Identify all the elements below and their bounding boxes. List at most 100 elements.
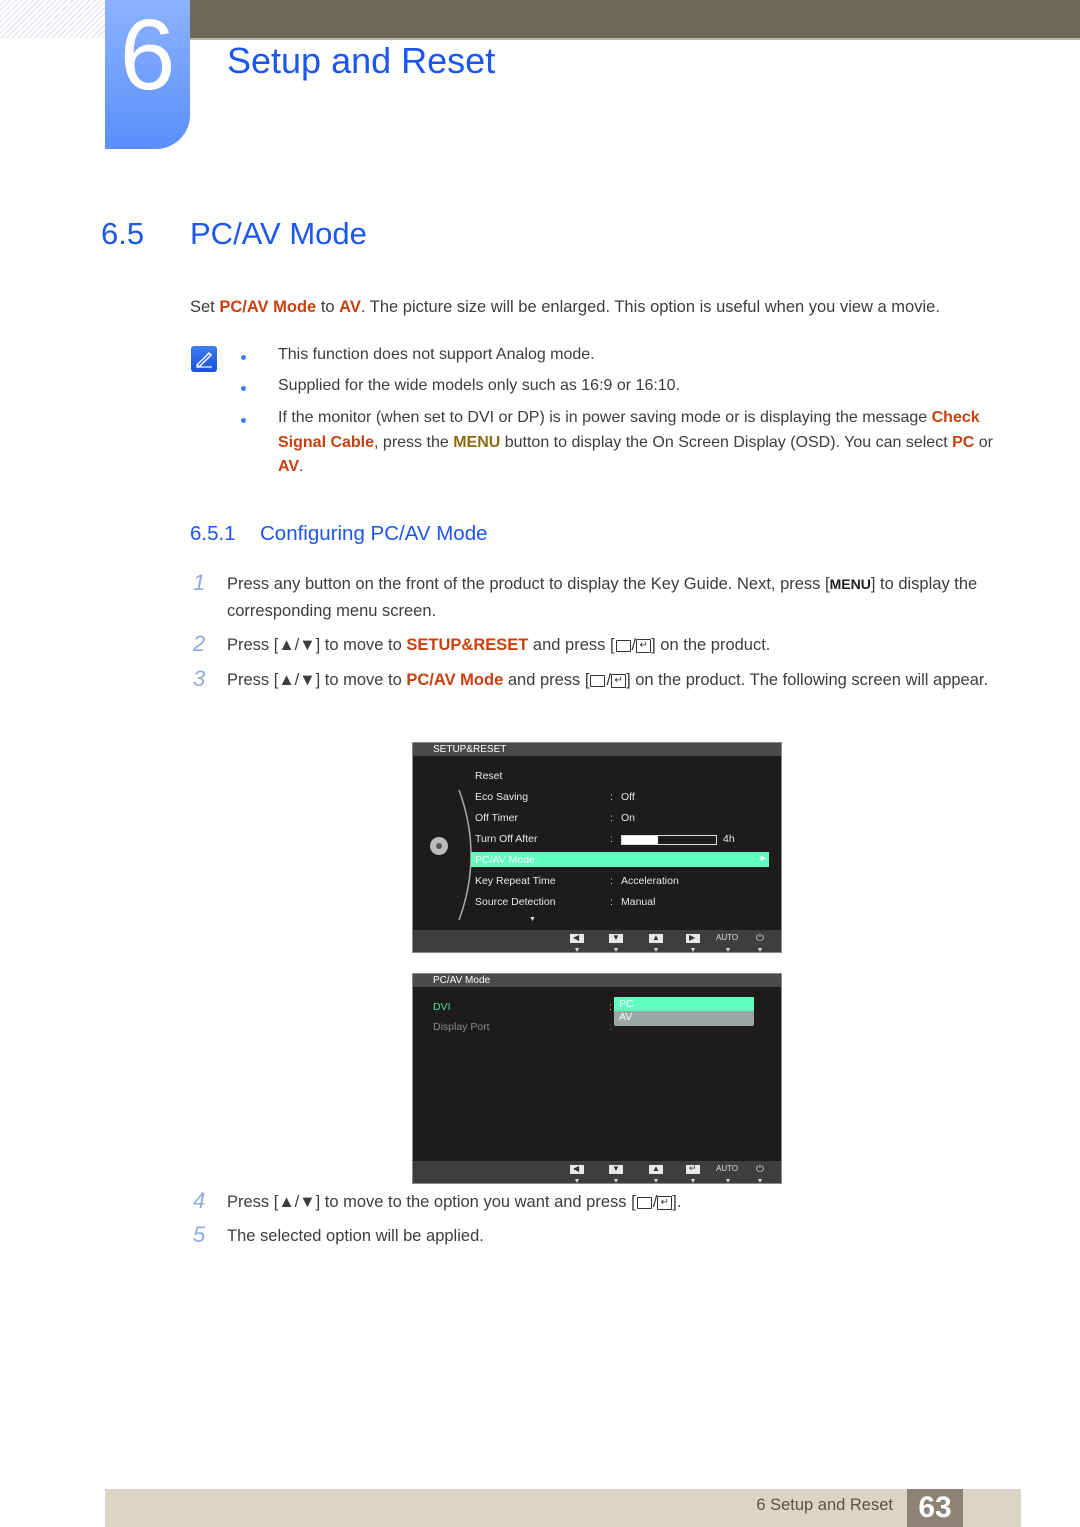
osd-item[interactable]: Eco Saving xyxy=(475,791,528,803)
scroll-down-icon[interactable]: ▼ xyxy=(529,916,536,923)
colon: : xyxy=(610,896,613,908)
key-pointer xyxy=(726,948,730,952)
down-key-icon[interactable]: ▼ xyxy=(609,933,623,943)
text: Press [▲/▼] to move to xyxy=(227,671,407,689)
highlight-term: PC/AV Mode xyxy=(219,298,317,316)
bullet-dot xyxy=(241,386,246,391)
left-key-icon[interactable]: ◀ xyxy=(570,933,584,943)
osd-value: Manual xyxy=(621,896,656,908)
text: Press [▲/▼] to move to the option you wa… xyxy=(227,1193,636,1211)
key-pointer xyxy=(726,1179,730,1183)
option-pc-selected[interactable]: PC xyxy=(614,997,754,1011)
section-title: PC/AV Mode xyxy=(190,216,367,251)
text: to xyxy=(316,298,340,316)
enter-key-icon: ↵ xyxy=(657,1195,673,1210)
colon: : xyxy=(610,812,613,824)
osd-item-label: PC/AV Mode xyxy=(475,854,535,866)
osd-item-selected[interactable]: PC/AV Mode ▶ xyxy=(471,852,769,867)
enter-key-icon[interactable]: ↵ xyxy=(686,1163,700,1174)
text: ] on the product. xyxy=(651,636,771,654)
highlight-term: MENU xyxy=(453,433,501,451)
osd-key-guide: ◀ ▼ ▲ ▶ AUTO ⏻ xyxy=(413,930,781,952)
slider-fill xyxy=(622,836,658,844)
highlight-term: PC/AV Mode xyxy=(406,671,504,689)
osd-value: On xyxy=(621,812,636,824)
osd-value: 4h xyxy=(723,833,735,845)
osd-setup-reset: SETUP&RESET Reset Eco Saving : Off Off T… xyxy=(412,742,782,953)
auto-key[interactable]: AUTO xyxy=(716,933,738,942)
header-hatch xyxy=(0,0,105,38)
colon: : xyxy=(610,791,613,803)
key-pointer xyxy=(654,948,658,952)
text: , press the xyxy=(374,433,454,451)
option-dropdown: PC AV xyxy=(614,997,754,1026)
text: . xyxy=(299,458,304,475)
key-pointer xyxy=(691,948,695,952)
text: button to display the On Screen Display … xyxy=(500,433,953,451)
key-pointer xyxy=(575,948,579,952)
step-text: Press any button on the front of the pro… xyxy=(227,571,1002,625)
source-key-icon xyxy=(590,674,606,687)
chapter-number: 6 xyxy=(119,0,176,111)
note-item: Supplied for the wide models only such a… xyxy=(278,377,681,394)
text: and press [ xyxy=(528,636,615,654)
step-number: 1 xyxy=(193,570,206,595)
power-icon[interactable]: ⏻ xyxy=(756,933,764,944)
key-pointer xyxy=(691,1179,695,1183)
note-pencil-icon xyxy=(191,346,217,372)
step-number: 3 xyxy=(193,666,206,691)
down-key-icon[interactable]: ▼ xyxy=(609,1164,623,1174)
up-key-icon[interactable]: ▲ xyxy=(649,933,663,943)
highlight-term: AV xyxy=(339,298,361,316)
colon: : xyxy=(610,833,613,845)
subsection-heading: 6.5.1 Configuring PC/AV Mode xyxy=(190,522,488,546)
text: or xyxy=(974,433,993,451)
footer-chapter: 6 Setup and Reset xyxy=(756,1496,893,1514)
osd-item[interactable]: Reset xyxy=(475,770,502,782)
colon: : xyxy=(609,1021,612,1033)
key-pointer xyxy=(758,948,762,952)
text: ] on the product. The following screen w… xyxy=(626,671,989,689)
auto-key[interactable]: AUTO xyxy=(716,1164,738,1173)
note-item: If the monitor (when set to DVI or DP) i… xyxy=(278,406,1000,480)
osd-item-active[interactable]: DVI xyxy=(433,1001,451,1013)
step-text: Press [▲/▼] to move to the option you wa… xyxy=(227,1193,682,1211)
subsection-number: 6.5.1 xyxy=(190,522,236,545)
section-number: 6.5 xyxy=(101,216,145,251)
key-pointer xyxy=(758,1179,762,1183)
header-bar xyxy=(190,0,1080,40)
arrow-right-icon: ▶ xyxy=(760,855,766,862)
bullet-dot xyxy=(241,355,246,360)
power-icon[interactable]: ⏻ xyxy=(756,1164,764,1175)
osd-item[interactable]: Key Repeat Time xyxy=(475,875,556,887)
note-item: This function does not support Analog mo… xyxy=(278,346,595,363)
colon: : xyxy=(609,1001,612,1013)
osd-item[interactable]: Turn Off After xyxy=(475,833,537,845)
page-number: 63 xyxy=(907,1489,963,1527)
gear-icon xyxy=(430,837,448,855)
osd-title: PC/AV Mode xyxy=(413,974,781,987)
osd-item[interactable]: Display Port xyxy=(433,1021,490,1033)
highlight-term: SETUP&RESET xyxy=(406,636,529,654)
text: ]. xyxy=(672,1193,682,1211)
osd-pcav-mode: PC/AV Mode DVI : Display Port : PC AV ◀ … xyxy=(412,973,782,1184)
left-key-icon[interactable]: ◀ xyxy=(570,1164,584,1174)
text: Press any button on the front of the pro… xyxy=(227,575,830,593)
turn-off-slider[interactable] xyxy=(621,835,717,845)
key-pointer xyxy=(575,1179,579,1183)
text: . The picture size will be enlarged. Thi… xyxy=(360,298,940,316)
osd-title: SETUP&RESET xyxy=(413,743,781,756)
chapter-title: Setup and Reset xyxy=(227,40,496,81)
intro-paragraph: Set PC/AV Mode to AV. The picture size w… xyxy=(190,298,940,317)
option-av[interactable]: AV xyxy=(614,1011,754,1025)
bullet-dot xyxy=(241,418,246,423)
osd-item[interactable]: Off Timer xyxy=(475,812,518,824)
step-text: Press [▲/▼] to move to SETUP&RESET and p… xyxy=(227,636,771,654)
key-pointer xyxy=(654,1179,658,1183)
right-key-icon[interactable]: ▶ xyxy=(686,933,700,943)
up-key-icon[interactable]: ▲ xyxy=(649,1164,663,1174)
highlight-term: PC xyxy=(952,433,975,451)
menu-key: MENU xyxy=(829,576,871,592)
subsection-title: Configuring PC/AV Mode xyxy=(260,522,488,545)
osd-item[interactable]: Source Detection xyxy=(475,896,556,908)
